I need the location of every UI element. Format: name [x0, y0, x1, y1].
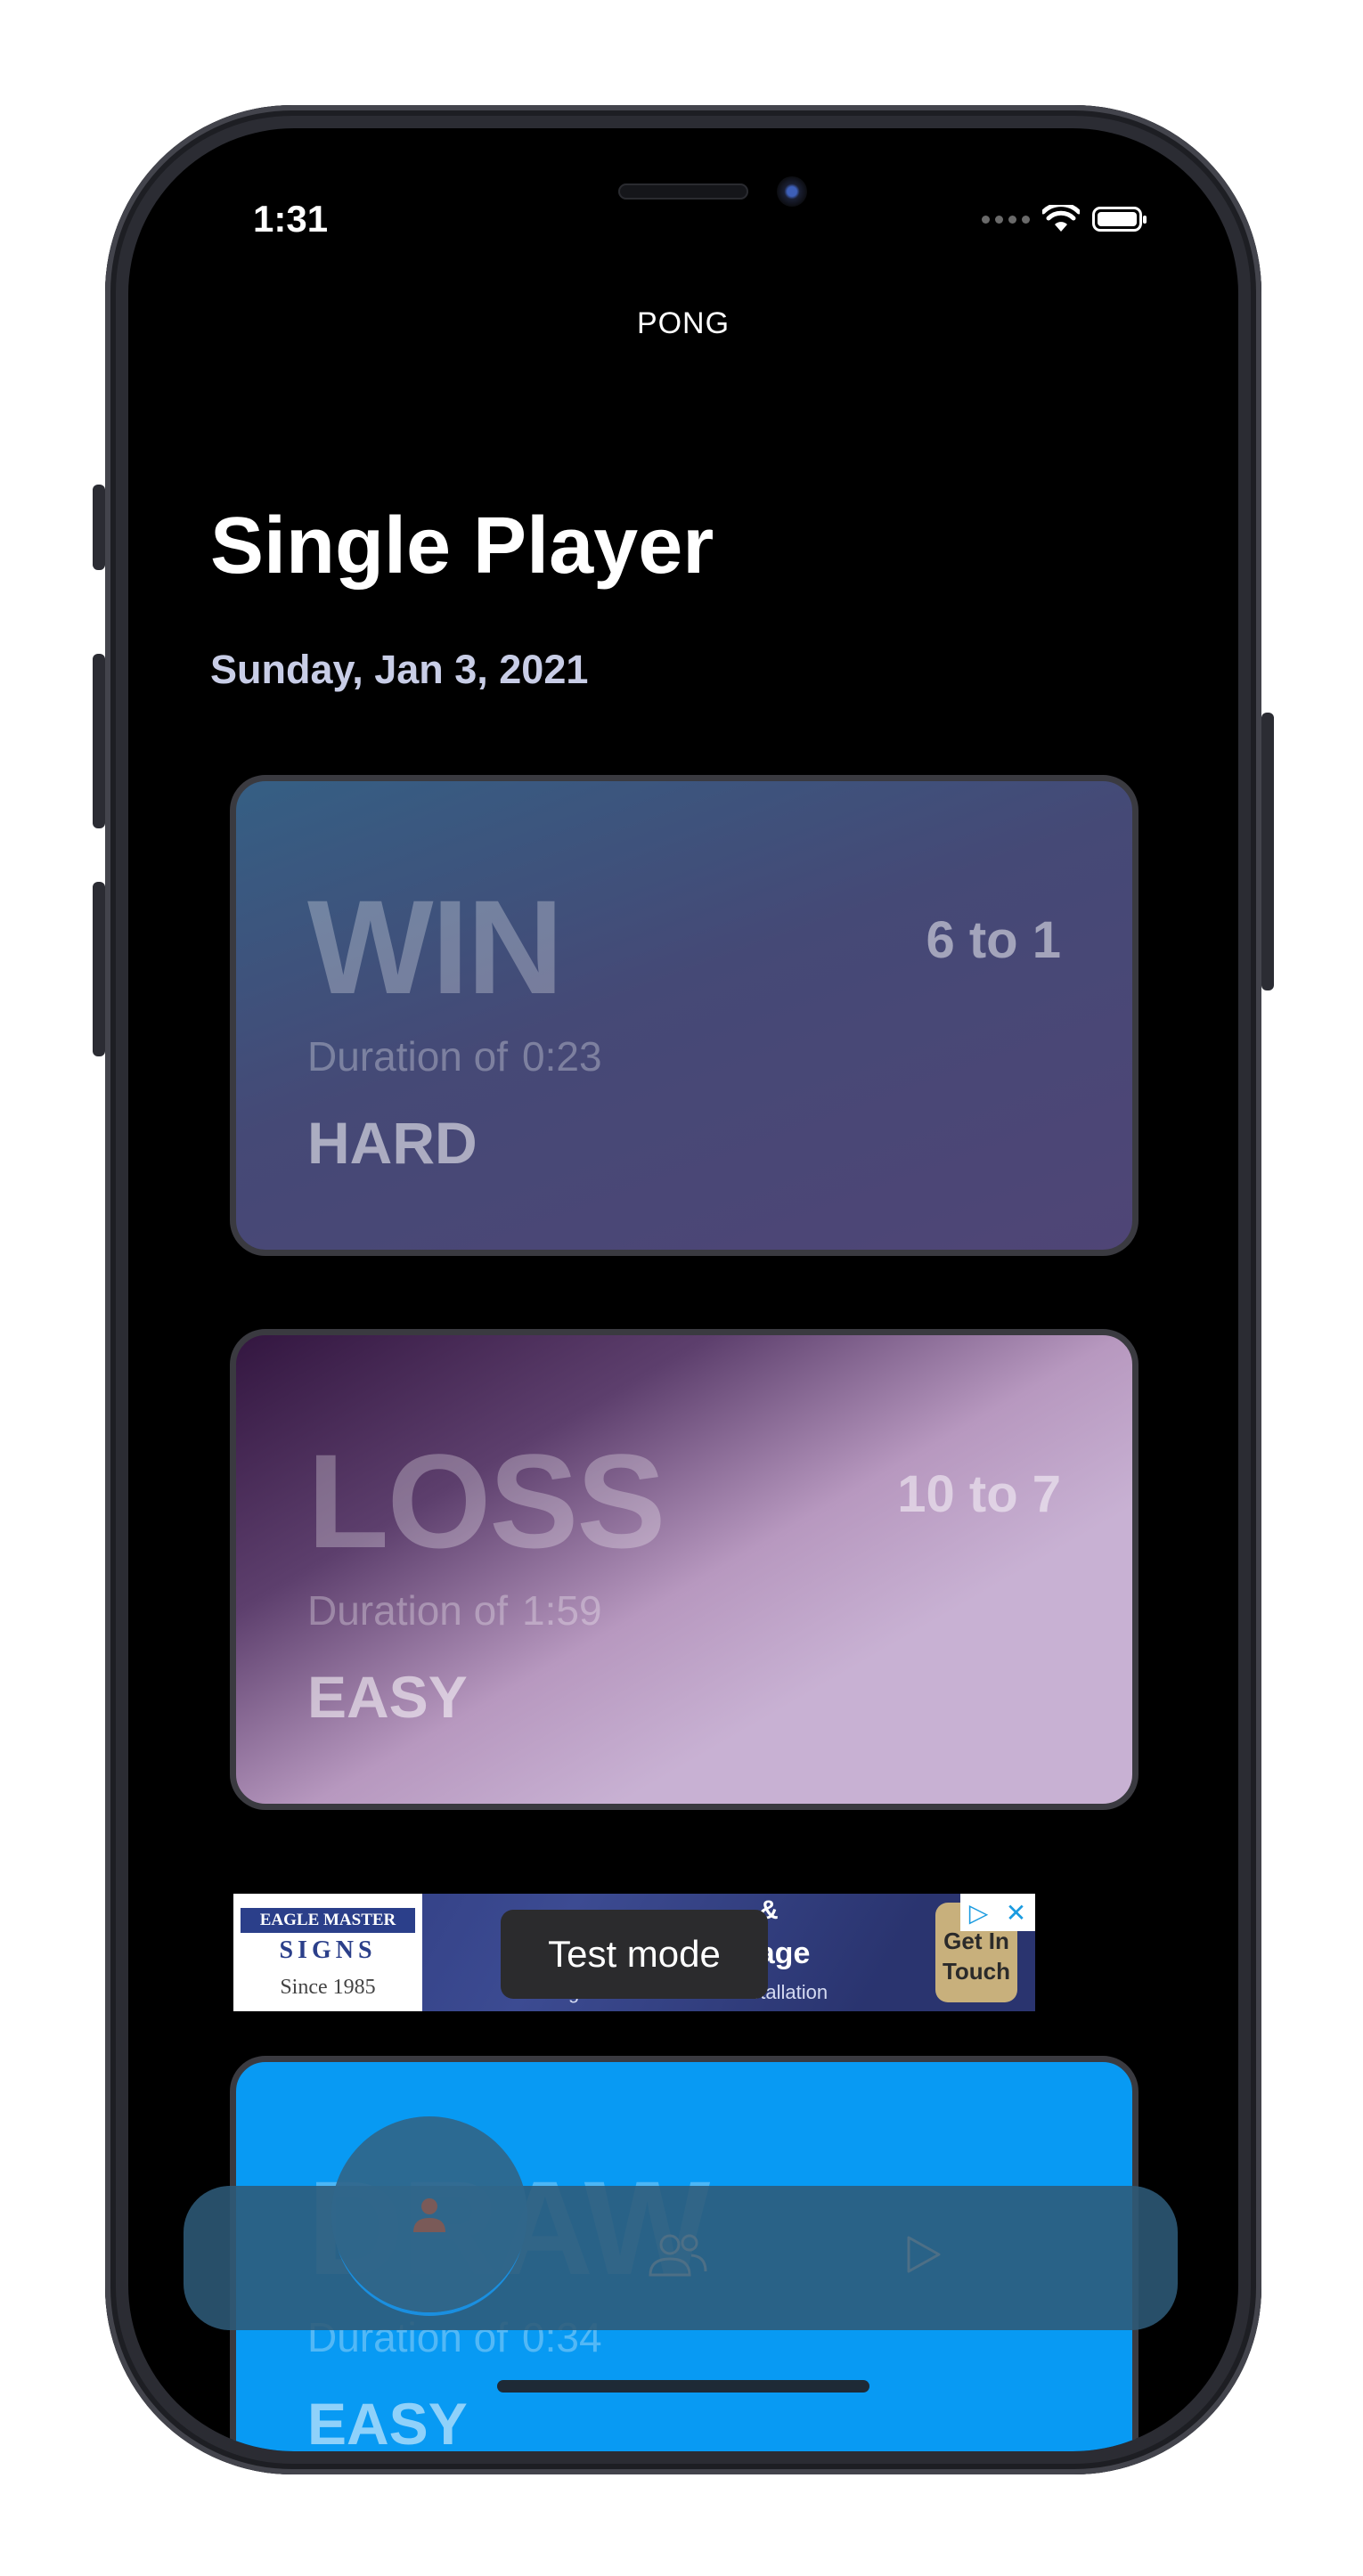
game-duration: Duration of 0:23 — [307, 1032, 602, 1080]
battery-icon — [1092, 207, 1147, 232]
game-score: 6 to 1 — [926, 911, 1062, 969]
tab-single-player[interactable] — [331, 2116, 527, 2312]
duration-value: 1:59 — [522, 1587, 602, 1634]
game-card-win[interactable]: WIN 6 to 1 Duration of 0:23 HARD — [230, 775, 1139, 1256]
volume-down-button — [93, 882, 105, 1056]
game-difficulty: EASY — [307, 2391, 468, 2451]
status-icons — [982, 205, 1147, 233]
adchoices-icon[interactable]: ▷ — [969, 1898, 989, 1928]
game-duration: Duration of 1:59 — [307, 1586, 602, 1634]
game-result: WIN — [307, 872, 564, 1022]
volume-up-button — [93, 654, 105, 828]
status-time: 1:31 — [253, 198, 329, 240]
game-difficulty: EASY — [307, 1664, 468, 1730]
page-title: Single Player — [210, 501, 714, 591]
ad-logo-line2: SIGNS — [279, 1936, 377, 1964]
play-icon[interactable] — [903, 2232, 944, 2277]
ad-choices[interactable]: ▷ ✕ — [960, 1894, 1035, 1931]
close-icon[interactable]: ✕ — [1006, 1898, 1026, 1928]
front-camera — [777, 176, 807, 207]
home-indicator[interactable] — [497, 2380, 869, 2393]
game-difficulty: HARD — [307, 1110, 477, 1176]
duration-value: 0:23 — [522, 1033, 602, 1080]
earpiece-speaker — [618, 183, 748, 200]
ad-logo: EAGLE MASTER SIGNS Since 1985 — [233, 1894, 422, 2011]
ad-logo-line1: EAGLE MASTER — [241, 1908, 415, 1933]
game-card-loss[interactable]: LOSS 10 to 7 Duration of 1:59 EASY — [230, 1329, 1139, 1810]
ad-logo-line3: Since 1985 — [280, 1976, 376, 1999]
game-result: LOSS — [307, 1426, 665, 1576]
person-icon — [413, 2198, 445, 2232]
page-date: Sunday, Jan 3, 2021 — [210, 647, 589, 692]
wifi-icon — [1042, 205, 1080, 232]
test-mode-label: Test mode — [501, 1910, 768, 1999]
multiplayer-icon[interactable] — [647, 2232, 709, 2277]
duration-label: Duration of — [307, 1587, 509, 1634]
app-screen: 1:31 PONG Single Player Sunday, Jan 3, 2… — [128, 128, 1238, 2451]
duration-label: Duration of — [307, 1033, 509, 1080]
game-score: 10 to 7 — [897, 1465, 1061, 1523]
silent-switch — [93, 485, 105, 570]
power-button — [1261, 713, 1274, 990]
nav-title: PONG — [636, 306, 730, 340]
signal-icon — [982, 215, 1030, 224]
